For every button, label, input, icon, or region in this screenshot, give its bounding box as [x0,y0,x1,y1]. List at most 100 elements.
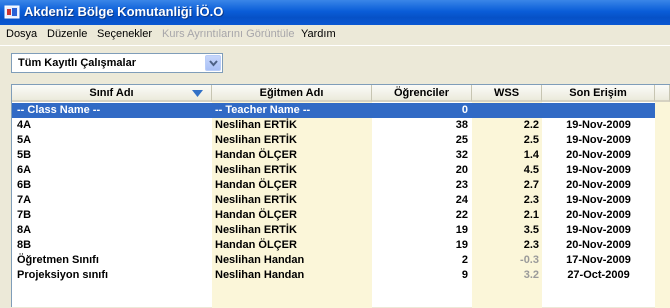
cell-teacher: Neslihan ERTİK [212,133,372,148]
cell-wss: -0.3 [472,253,542,268]
cell-class: 8B [17,239,32,251]
cell-wss: 2.1 [472,208,542,223]
course-filter-value: Tüm Kayıtlı Çalışmalar [18,57,136,69]
sort-desc-icon [192,90,203,97]
cell-class: 5A [17,134,32,146]
cell-students: 24 [455,194,468,206]
menu-yardim[interactable]: Yardım [301,28,336,40]
cell-teacher: Handan ÖLÇER [212,208,372,223]
cell-last-access: 20-Nov-2009 [566,179,631,191]
cell-extra [655,178,670,193]
cell-class: 4A [17,119,32,131]
cell-extra [655,253,670,268]
header-class-label: Sınıf Adı [89,87,134,99]
table-row[interactable]: Öğretmen Sınıfı Neslihan Handan 2 -0.3 17-No… [12,253,670,268]
menu-bar: Dosya Düzenle Seçenekler Kurs Ayrıntılar… [0,25,670,45]
cell-last-access: 20-Nov-2009 [566,239,631,251]
cell-students: 19 [455,239,468,251]
cell-last-access: 27-Oct-2009 [567,269,630,281]
cell-class: 7B [17,209,32,221]
table-row[interactable]: Projeksiyon sınıfı Neslihan Handan 9 3.2 27-… [12,268,670,283]
table-row[interactable]: 8B Handan ÖLÇER 19 2.3 20-Nov-2009 [12,238,670,253]
cell-students: 2 [461,254,468,266]
class-table[interactable]: Sınıf Adı Eğitmen Adı Öğrenciler WSS Son… [11,84,670,308]
cell-class: 6A [17,164,32,176]
cell-extra [655,193,670,208]
header-extra [655,85,670,102]
header-class[interactable]: Sınıf Adı [12,85,212,102]
cell-students: 38 [455,119,468,131]
cell-extra [655,163,670,178]
cell-class: Öğretmen Sınıfı [17,254,99,266]
menu-separator [0,45,670,46]
cell-extra [655,268,670,283]
course-filter-dropdown[interactable]: Tüm Kayıtlı Çalışmalar [11,53,223,73]
cell-extra [655,103,670,118]
header-teacher[interactable]: Eğitmen Adı [212,85,372,102]
cell-students: 19 [455,224,468,236]
header-teacher-label: Eğitmen Adı [259,87,324,99]
table-row[interactable]: 7A Neslihan ERTİK 24 2.3 19-Nov-2009 [12,193,670,208]
cell-last-access: 20-Nov-2009 [566,149,631,161]
table-row[interactable]: 7B Handan ÖLÇER 22 2.1 20-Nov-2009 [12,208,670,223]
cell-teacher: Neslihan ERTİK [212,223,372,238]
cell-teacher: Neslihan ERTİK [212,193,372,208]
cell-students: 25 [455,134,468,146]
cell-extra [655,238,670,253]
cell-class: 5B [17,149,32,161]
dropdown-button[interactable] [205,55,221,71]
cell-teacher: Neslihan Handan [212,253,372,268]
cell-last-access: 19-Nov-2009 [566,224,631,236]
header-students[interactable]: Öğrenciler [372,85,472,102]
header-wss-label: WSS [493,87,520,99]
cell-wss: 3.2 [472,268,542,283]
table-row[interactable]: -- Class Name -- -- Teacher Name -- 0 [12,103,670,118]
header-wss[interactable]: WSS [472,85,542,102]
cell-last-access: 20-Nov-2009 [566,209,631,221]
cell-wss: 2.2 [472,118,542,133]
table-row[interactable]: 4A Neslihan ERTİK 38 2.2 19-Nov-2009 [12,118,670,133]
cell-extra [655,148,670,163]
cell-students: 23 [455,179,468,191]
title-bar[interactable]: Akdeniz Bölge Komutanliği İÖ.O [0,0,670,25]
table-row[interactable]: 5A Neslihan ERTİK 25 2.5 19-Nov-2009 [12,133,670,148]
cell-wss: 3.5 [472,223,542,238]
header-last-label: Son Erişim [569,87,627,99]
cell-class: -- Class Name -- [12,103,212,118]
cell-last-access: 19-Nov-2009 [566,119,631,131]
cell-last-access: 19-Nov-2009 [566,194,631,206]
cell-wss: 2.7 [472,178,542,193]
menu-kurs-ayrintilari[interactable]: Kurs Ayrıntılarını Görüntüle [162,28,294,40]
cell-teacher: -- Teacher Name -- [212,103,372,118]
cell-extra [655,133,670,148]
cell-wss: 2.3 [472,193,542,208]
cell-wss [472,103,542,118]
header-last-access[interactable]: Son Erişim [542,85,655,102]
cell-teacher: Handan ÖLÇER [212,178,372,193]
app-icon [4,5,20,19]
cell-class: 6B [17,179,32,191]
menu-secenekler[interactable]: Seçenekler [97,28,152,40]
cell-extra [655,208,670,223]
cell-wss: 1.4 [472,148,542,163]
cell-class: 8A [17,224,32,236]
cell-last-access: 19-Nov-2009 [566,134,631,146]
table-header: Sınıf Adı Eğitmen Adı Öğrenciler WSS Son… [12,85,670,103]
cell-wss: 4.5 [472,163,542,178]
cell-students: 0 [372,103,472,118]
table-row[interactable]: 6A Neslihan ERTİK 20 4.5 19-Nov-2009 [12,163,670,178]
cell-extra [655,223,670,238]
cell-last-access: 17-Nov-2009 [566,254,631,266]
cell-students: 32 [455,149,468,161]
cell-last-access [542,103,655,118]
cell-extra [655,118,670,133]
table-row[interactable]: 6B Handan ÖLÇER 23 2.7 20-Nov-2009 [12,178,670,193]
cell-wss: 2.5 [472,133,542,148]
chevron-down-icon [209,60,218,67]
cell-students: 20 [455,164,468,176]
menu-duzenle[interactable]: Düzenle [47,28,87,40]
menu-dosya[interactable]: Dosya [6,28,37,40]
cell-teacher: Neslihan Handan [212,268,372,283]
table-row[interactable]: 5B Handan ÖLÇER 32 1.4 20-Nov-2009 [12,148,670,163]
table-row[interactable]: 8A Neslihan ERTİK 19 3.5 19-Nov-2009 [12,223,670,238]
